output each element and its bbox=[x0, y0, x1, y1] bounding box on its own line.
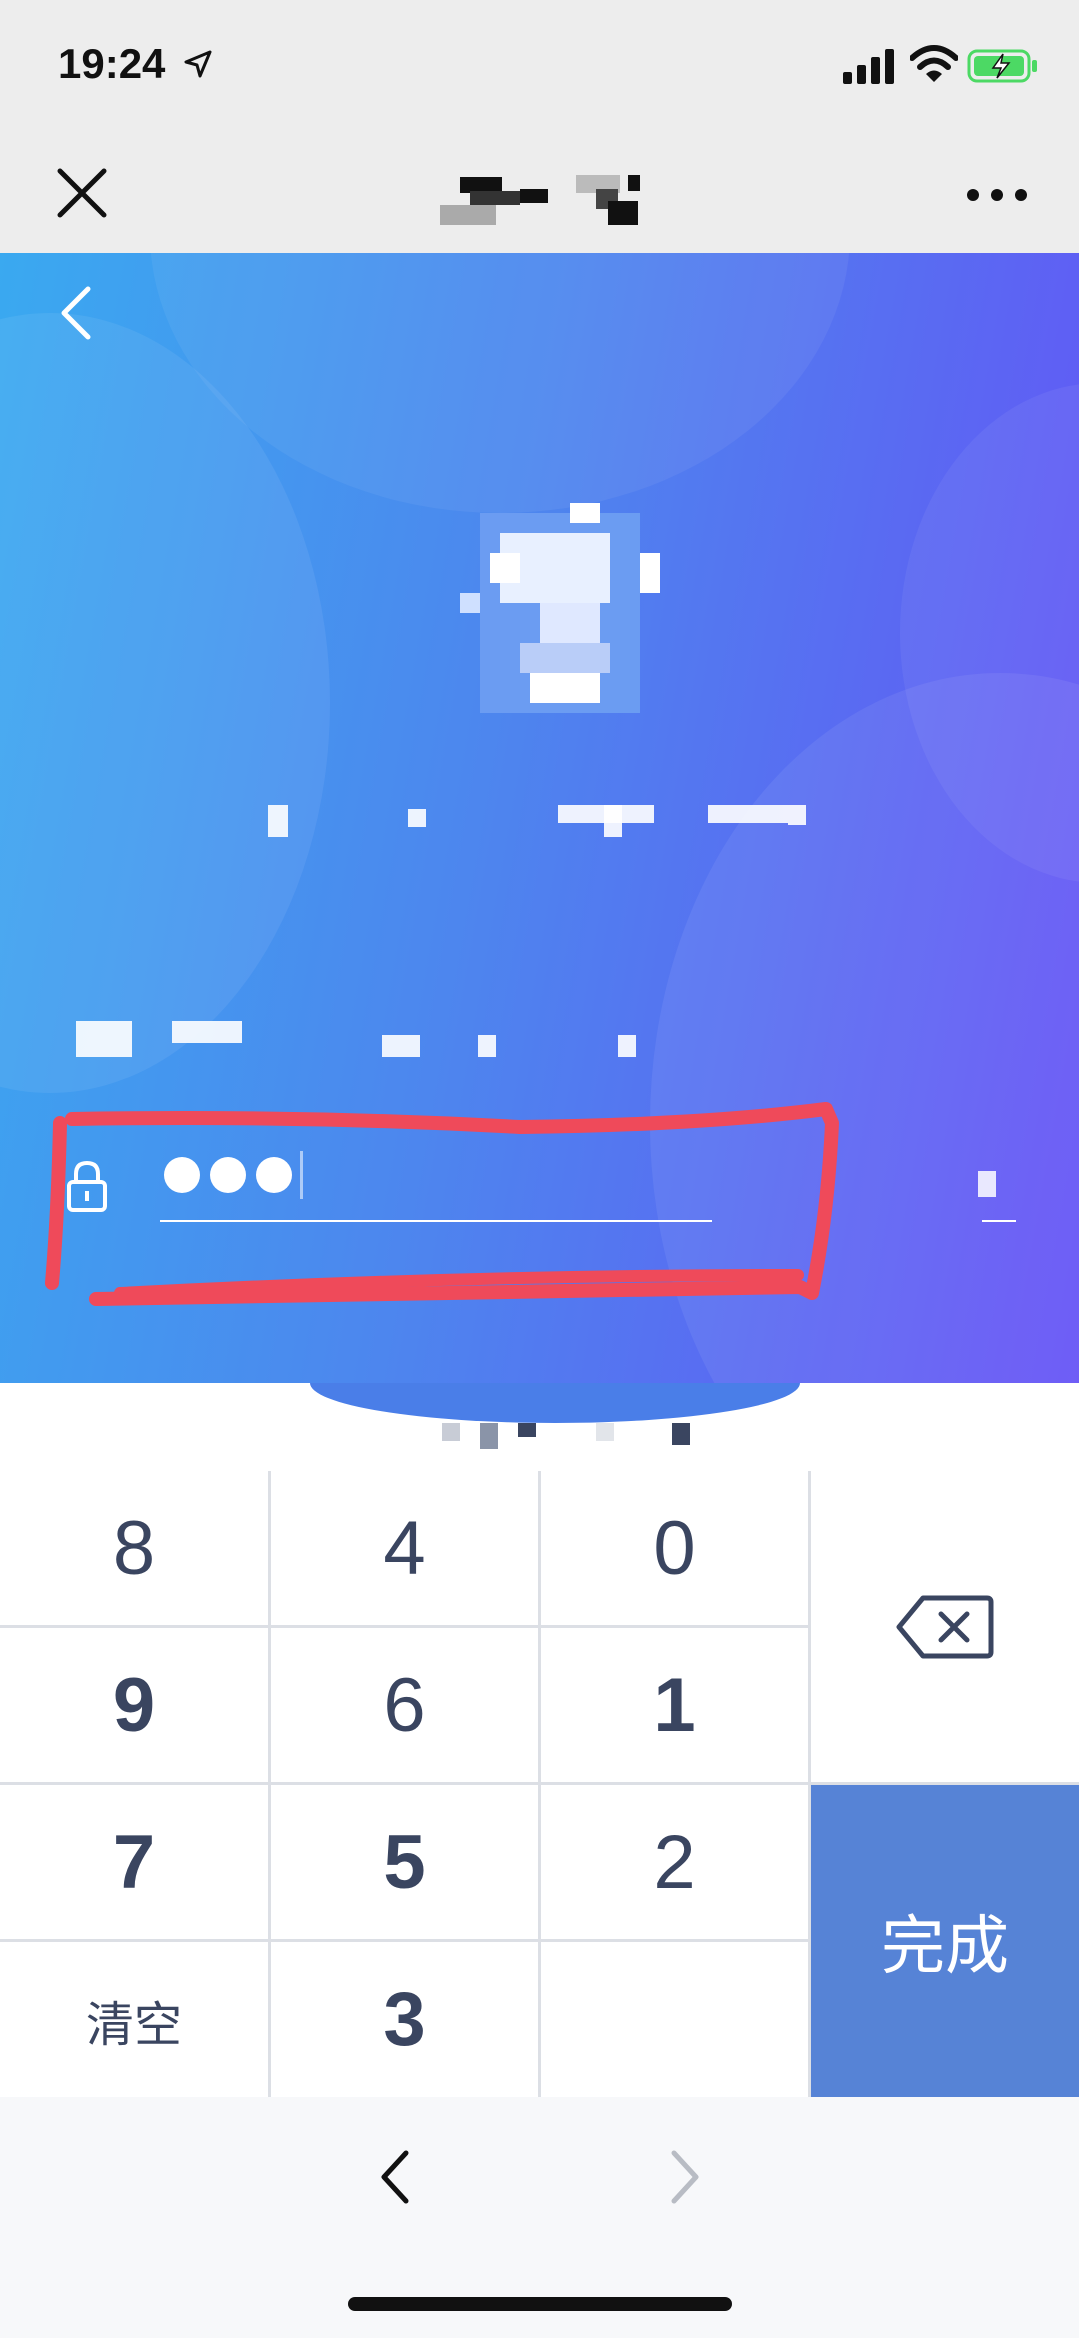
redacted-text bbox=[480, 1423, 498, 1449]
key-label: 2 bbox=[653, 1819, 696, 1905]
numeric-keypad: 8 4 0 9 6 1 7 5 2 清空 3 完成 bbox=[0, 1471, 1079, 2097]
blank-key bbox=[541, 1942, 808, 2097]
key-label: 4 bbox=[383, 1505, 426, 1591]
avatar-redacted bbox=[460, 503, 660, 713]
back-icon[interactable] bbox=[52, 283, 102, 343]
redacted-text bbox=[442, 1423, 460, 1441]
nav-bar bbox=[0, 135, 1079, 253]
password-dot bbox=[210, 1157, 246, 1193]
key-1[interactable]: 1 bbox=[541, 1628, 808, 1782]
location-arrow-icon bbox=[184, 50, 212, 78]
login-hero: ●●● bbox=[0, 253, 1079, 1383]
more-icon[interactable] bbox=[965, 185, 1029, 205]
key-label: 1 bbox=[653, 1662, 696, 1748]
password-dot bbox=[164, 1157, 200, 1193]
key-9[interactable]: 9 bbox=[0, 1628, 268, 1782]
key-7[interactable]: 7 bbox=[0, 1785, 268, 1939]
key-label: 3 bbox=[383, 1977, 426, 2062]
redacted-text bbox=[672, 1423, 690, 1445]
redacted-text bbox=[518, 1423, 536, 1437]
backspace-icon bbox=[896, 1595, 994, 1658]
key-label: 0 bbox=[653, 1505, 696, 1591]
password-dot bbox=[256, 1157, 292, 1193]
key-0[interactable]: 0 bbox=[541, 1471, 808, 1625]
key-label: 5 bbox=[383, 1819, 426, 1905]
key-5[interactable]: 5 bbox=[271, 1785, 538, 1939]
signal-icon bbox=[843, 49, 894, 84]
key-label: 6 bbox=[383, 1662, 426, 1748]
status-time: 19:24 bbox=[58, 40, 166, 87]
key-2[interactable]: 2 bbox=[541, 1785, 808, 1939]
text-caret bbox=[300, 1151, 303, 1199]
toggle-underline bbox=[982, 1220, 1016, 1222]
lock-icon bbox=[67, 1160, 107, 1212]
redacted-toggle[interactable] bbox=[978, 1171, 996, 1197]
keyboard-header bbox=[0, 1383, 1079, 1471]
backspace-key[interactable] bbox=[811, 1471, 1079, 1782]
key-label: 8 bbox=[112, 1505, 156, 1591]
password-underline bbox=[160, 1220, 712, 1222]
redacted-name bbox=[268, 805, 808, 837]
key-label: 7 bbox=[112, 1819, 156, 1905]
redacted-text bbox=[596, 1423, 614, 1441]
battery-icon bbox=[967, 49, 1037, 83]
next-icon[interactable] bbox=[660, 2145, 708, 2209]
browser-toolbar bbox=[0, 2097, 1079, 2338]
redacted-label bbox=[76, 1021, 636, 1057]
key-6[interactable]: 6 bbox=[271, 1628, 538, 1782]
wifi-icon bbox=[910, 45, 958, 82]
key-8[interactable]: 8 bbox=[0, 1471, 268, 1625]
key-3[interactable]: 3 bbox=[271, 1942, 538, 2097]
decor-shape bbox=[310, 1383, 800, 1423]
home-indicator[interactable] bbox=[348, 2297, 732, 2311]
done-label: 完成 bbox=[881, 1910, 1009, 1982]
nav-title-redacted bbox=[440, 175, 640, 225]
close-icon[interactable] bbox=[52, 163, 112, 223]
status-bar: 19:24 bbox=[0, 0, 1079, 135]
password-input[interactable]: ●●● bbox=[160, 1143, 712, 1213]
key-label: 清空 bbox=[85, 1998, 182, 2052]
done-button[interactable]: 完成 bbox=[811, 1785, 1079, 2097]
key-label: 9 bbox=[112, 1662, 156, 1748]
key-4[interactable]: 4 bbox=[271, 1471, 538, 1625]
clear-key[interactable]: 清空 bbox=[0, 1942, 268, 2097]
prev-icon[interactable] bbox=[372, 2145, 420, 2209]
